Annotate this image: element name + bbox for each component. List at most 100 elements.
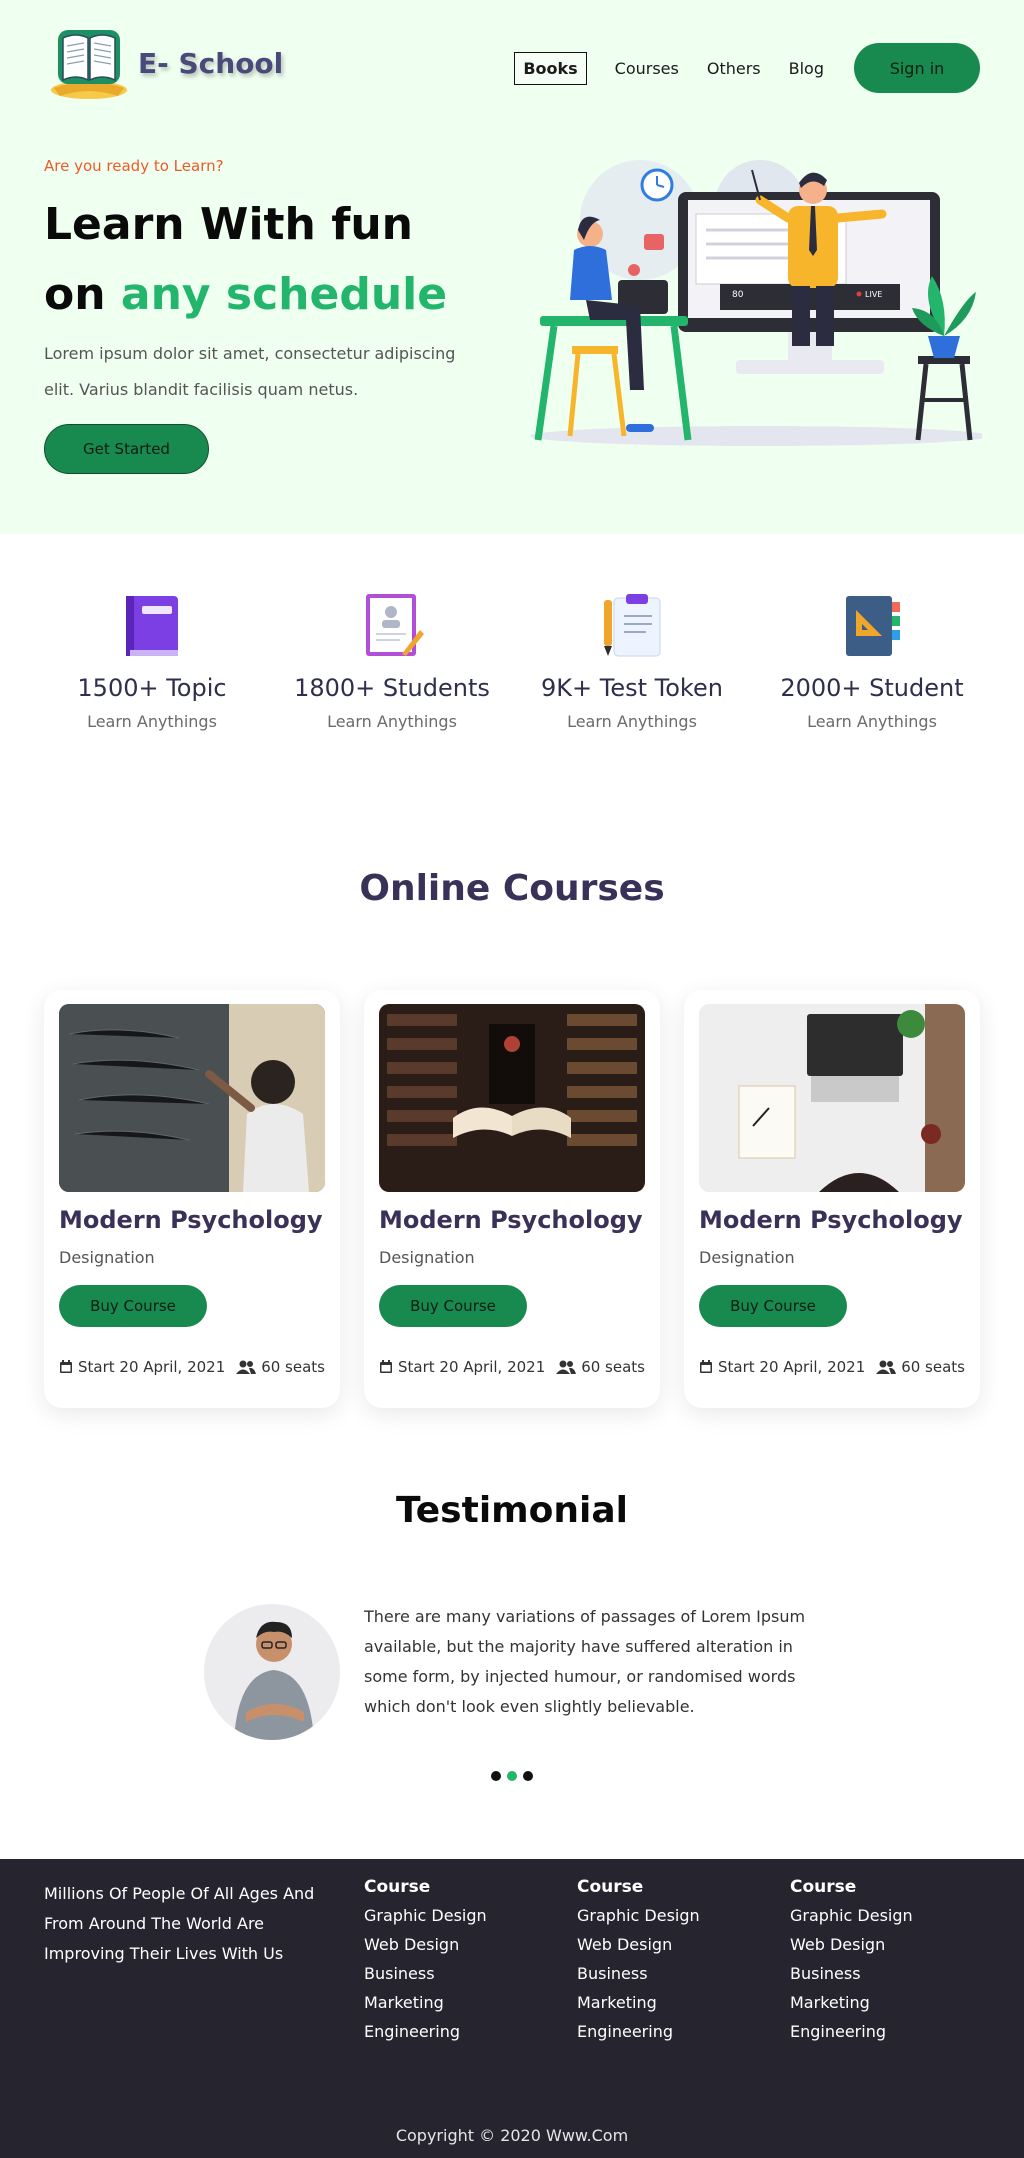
course-seats: 60 seats <box>556 1358 645 1376</box>
footer-link-engineering[interactable]: Engineering <box>577 2017 700 2046</box>
footer-link-business[interactable]: Business <box>364 1959 487 1988</box>
course-title[interactable]: Modern Psychology <box>379 1206 645 1234</box>
calendar-icon <box>700 1360 712 1373</box>
hero-title-accent: any schedule <box>120 269 448 320</box>
stat-label: Learn Anythings <box>327 712 457 731</box>
laptop-desk-photo <box>699 1004 965 1192</box>
notebook-icon <box>846 596 900 656</box>
footer-link-web-design[interactable]: Web Design <box>790 1930 913 1959</box>
course-start: Start 20 April, 2021 <box>59 1358 225 1376</box>
course-subtitle: Designation <box>379 1248 475 1267</box>
course-title[interactable]: Modern Psychology <box>59 1206 325 1234</box>
person-photo <box>204 1604 340 1740</box>
avatar <box>204 1604 340 1740</box>
course-start-text: Start 20 April, 2021 <box>398 1358 546 1376</box>
footer-link-marketing[interactable]: Marketing <box>577 1988 700 2017</box>
online-class-illustration: 80 LIVE <box>530 160 982 446</box>
testimonial-heading: Testimonial <box>395 1490 628 1531</box>
footer-link-web-design[interactable]: Web Design <box>577 1930 700 1959</box>
site-footer: Millions Of People Of All Ages And From … <box>0 1859 1024 2158</box>
buy-course-button[interactable]: Buy Course <box>379 1285 527 1327</box>
stats-row: 1500+ Topic Learn Anythings 1800+ Studen… <box>32 590 992 750</box>
course-seats-text: 60 seats <box>901 1358 965 1376</box>
site-logo[interactable]: E- School <box>46 24 283 102</box>
footer-link-business[interactable]: Business <box>577 1959 700 1988</box>
footer-link-graphic-design[interactable]: Graphic Design <box>790 1901 913 1930</box>
stat-item: 9K+ Test Token Learn Anythings <box>512 590 752 750</box>
course-start: Start 20 April, 2021 <box>699 1358 865 1376</box>
footer-link-engineering[interactable]: Engineering <box>790 2017 913 2046</box>
footer-link-web-design[interactable]: Web Design <box>364 1930 487 1959</box>
stat-label: Learn Anythings <box>567 712 697 731</box>
carousel-dot-1[interactable] <box>491 1771 501 1781</box>
nav-link-blog[interactable]: Blog <box>789 59 824 78</box>
course-card: Modern Psychology Designation Buy Course… <box>684 990 980 1408</box>
calendar-icon <box>380 1360 392 1373</box>
nav-link-books[interactable]: Books <box>514 51 587 85</box>
hero-subtitle: Lorem ipsum dolor sit amet, consectetur … <box>44 344 456 399</box>
stat-value: 1500+ Topic <box>77 674 227 702</box>
nav-link-courses[interactable]: Courses <box>615 59 679 78</box>
nav-link-others[interactable]: Others <box>707 59 761 78</box>
book-icon <box>126 596 178 656</box>
footer-link-business[interactable]: Business <box>790 1959 913 1988</box>
course-subtitle: Designation <box>699 1248 795 1267</box>
library-photo <box>379 1004 645 1192</box>
hero-title-prefix: on <box>44 269 106 320</box>
footer-column-heading: Course <box>364 1877 431 1897</box>
stat-label: Learn Anythings <box>87 712 217 731</box>
courses-heading: Online Courses <box>359 868 665 909</box>
stat-value: 2000+ Student <box>780 674 964 702</box>
hero-eyebrow: Are you ready to Learn? <box>44 157 224 175</box>
footer-link-graphic-design[interactable]: Graphic Design <box>577 1901 700 1930</box>
footer-link-engineering[interactable]: Engineering <box>364 2017 487 2046</box>
buy-course-button[interactable]: Buy Course <box>59 1285 207 1327</box>
hero-title: Learn With fun on any schedule <box>44 190 447 330</box>
course-card: Modern Psychology Designation Buy Course… <box>364 990 660 1408</box>
footer-column: Course Graphic Design Web Design Busines… <box>790 1877 913 2046</box>
users-icon <box>556 1360 577 1374</box>
carousel-dots <box>488 1771 536 1781</box>
sign-in-button[interactable]: Sign in <box>854 43 980 93</box>
stat-value: 9K+ Test Token <box>541 674 723 702</box>
course-seats: 60 seats <box>236 1358 325 1376</box>
testimonial-quote: There are many variations of passages of… <box>364 1607 806 1716</box>
hero-title-line1: Learn With fun <box>44 199 413 250</box>
get-started-button[interactable]: Get Started <box>44 424 209 474</box>
buy-course-button[interactable]: Buy Course <box>699 1285 847 1327</box>
hero-section: E- School Books Courses Others Blog Sign… <box>0 0 1024 534</box>
stat-item: 1800+ Students Learn Anythings <box>272 590 512 750</box>
course-start-text: Start 20 April, 2021 <box>78 1358 226 1376</box>
stat-label: Learn Anythings <box>807 712 937 731</box>
footer-about: Millions Of People Of All Ages And From … <box>44 1884 315 1963</box>
footer-column-heading: Course <box>577 1877 644 1897</box>
footer-link-graphic-design[interactable]: Graphic Design <box>364 1901 487 1930</box>
footer-column: Course Graphic Design Web Design Busines… <box>577 1877 700 2046</box>
stat-item: 2000+ Student Learn Anythings <box>752 590 992 750</box>
stat-item: 1500+ Topic Learn Anythings <box>32 590 272 750</box>
users-icon <box>876 1360 897 1374</box>
certificate-icon <box>366 594 424 656</box>
course-seats-text: 60 seats <box>581 1358 645 1376</box>
calendar-icon <box>60 1360 72 1373</box>
course-meta: Start 20 April, 2021 60 seats <box>699 1358 965 1376</box>
stat-value: 1800+ Students <box>294 674 490 702</box>
course-title[interactable]: Modern Psychology <box>699 1206 965 1234</box>
carousel-dot-3[interactable] <box>523 1771 533 1781</box>
open-book-logo-icon <box>51 30 127 99</box>
course-subtitle: Designation <box>59 1248 155 1267</box>
footer-column: Course Graphic Design Web Design Busines… <box>364 1877 487 2046</box>
course-start: Start 20 April, 2021 <box>379 1358 545 1376</box>
footer-link-marketing[interactable]: Marketing <box>364 1988 487 2017</box>
clipboard-icon <box>604 594 661 657</box>
footer-column-heading: Course <box>790 1877 857 1897</box>
live-label: LIVE <box>865 290 882 299</box>
course-meta: Start 20 April, 2021 60 seats <box>379 1358 645 1376</box>
course-meta: Start 20 April, 2021 60 seats <box>59 1358 325 1376</box>
carousel-dot-2[interactable] <box>507 1771 517 1781</box>
course-start-text: Start 20 April, 2021 <box>718 1358 866 1376</box>
course-seats: 60 seats <box>876 1358 965 1376</box>
footer-link-marketing[interactable]: Marketing <box>790 1988 913 2017</box>
brand-name: E- School <box>138 46 284 80</box>
copyright: Copyright © 2020 Www.Com <box>395 2126 629 2145</box>
